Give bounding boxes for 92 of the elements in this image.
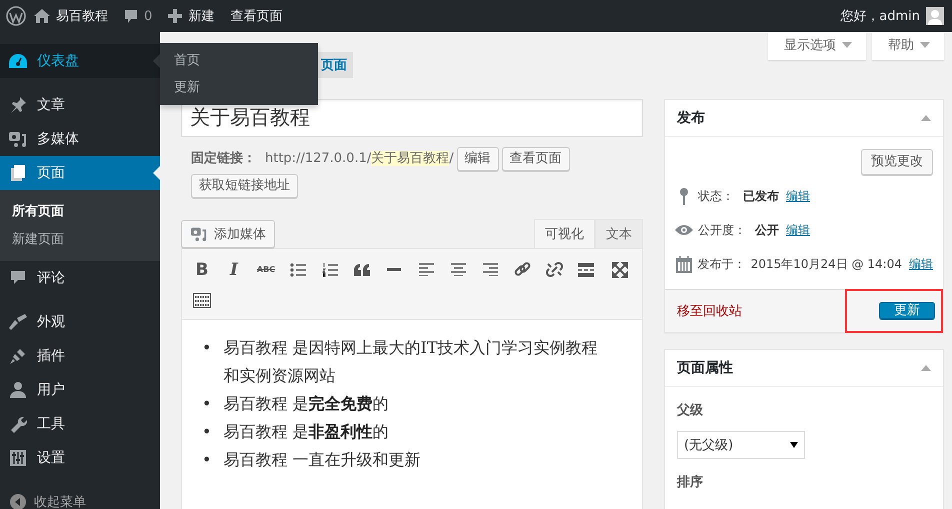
title-field[interactable]: 关于易百教程 <box>181 99 643 137</box>
submenu-item[interactable]: 新建页面 <box>0 225 160 253</box>
editor-tab[interactable]: 文本 <box>595 219 643 248</box>
menu-item[interactable]: 文章 <box>0 88 160 122</box>
editor-tab[interactable]: 可视化 <box>534 219 595 248</box>
media-icon <box>8 130 28 148</box>
flyout-menu-item[interactable]: 更新 <box>160 74 318 101</box>
link-icon <box>514 261 530 278</box>
account-link[interactable]: 您好，admin <box>832 0 952 32</box>
list-item-text: 易百教程 一直在升级和更新 <box>223 449 421 471</box>
permalink-url[interactable]: http://127.0.0.1/关于易百教程/ <box>265 147 454 171</box>
plus-icon <box>168 9 182 23</box>
bold-button[interactable]: B <box>186 254 218 285</box>
update-button[interactable]: 更新 <box>879 302 935 319</box>
logo-icon[interactable] <box>6 6 26 26</box>
collapse-menu-button[interactable]: 收起菜单 <box>0 485 160 509</box>
menu-item[interactable]: 用户 <box>0 373 160 407</box>
user-icon <box>9 381 27 399</box>
menu-item[interactable]: 插件 <box>0 339 160 373</box>
brush-icon <box>8 313 28 331</box>
menu-item[interactable]: 设置 <box>0 441 160 475</box>
edit-link[interactable]: 编辑 <box>786 222 810 238</box>
screen-options-tab[interactable]: 显示选项 <box>768 32 866 60</box>
view-page-link[interactable]: 查看页面 <box>222 0 290 32</box>
list-item-text: 易百教程 是非盈利性的 <box>223 421 389 443</box>
gauge-icon <box>8 53 28 69</box>
unlink-icon <box>546 261 562 278</box>
calendar-icon <box>676 256 692 272</box>
permalink-label: 固定链接： <box>191 150 256 168</box>
field-value: 2015年10月24日 @ 14:04 <box>750 256 902 272</box>
fullscreen-icon <box>612 262 628 278</box>
comments-link[interactable]: 0 <box>116 0 160 32</box>
menu-item[interactable]: 外观 <box>0 305 160 339</box>
bullet-list-icon <box>290 262 306 276</box>
pages-icon <box>9 164 27 182</box>
bullet: • <box>202 337 212 359</box>
menu-item[interactable]: 仪表盘 <box>0 44 160 78</box>
submenu-item[interactable]: 所有页面 <box>0 197 160 225</box>
permalink-button[interactable]: 查看页面 <box>502 147 570 171</box>
field-label: 公开度： <box>698 222 746 238</box>
trash-link[interactable]: 移至回收站 <box>677 302 742 320</box>
permalink-button[interactable]: 获取短链接地址 <box>191 174 298 198</box>
edit-link[interactable]: 编辑 <box>786 188 810 204</box>
parent-label: 父级 <box>676 402 704 419</box>
menu-item[interactable]: 工具 <box>0 407 160 441</box>
bullet: • <box>202 393 212 415</box>
strike-button[interactable]: ABC <box>250 254 282 285</box>
plug-icon <box>9 347 27 365</box>
align-center-icon <box>450 263 466 276</box>
list-item-text: 易百教程 是因特网上最大的IT技术入门学习实例教程和实例资源网站 <box>223 337 598 387</box>
keyboard-icon <box>193 293 211 308</box>
order-label: 排序 <box>676 474 704 492</box>
align-right-icon <box>482 263 498 276</box>
add-media-button[interactable]: 添加媒体 <box>181 220 275 248</box>
site-name-link[interactable]: 易百教程 <box>26 0 116 32</box>
menu-item[interactable]: 页面 <box>0 156 160 190</box>
panel-title: 页面属性 <box>677 359 733 377</box>
parent-select[interactable]: (无父级) <box>677 431 805 459</box>
edit-link[interactable]: 编辑 <box>909 256 933 272</box>
speech-bubble-icon <box>9 269 27 287</box>
field-label: 发布于： <box>698 256 746 272</box>
flyout-menu-item[interactable]: 首页 <box>160 47 318 74</box>
menu-item[interactable]: 多媒体 <box>0 122 160 156</box>
editor-content[interactable]: • 易百教程 是因特网上最大的IT技术入门学习实例教程和实例资源网站 • 易百教程 是完全免费的 • 易百教程 是非盈利性的 • 易百教程 一直在升级和更新 <box>181 320 643 509</box>
panel-title: 发布 <box>677 109 705 127</box>
current-pointer-icon <box>153 166 160 180</box>
menu-item[interactable]: 评论 <box>0 261 160 295</box>
new-link[interactable]: 新建 <box>160 0 222 32</box>
numbered-list-icon <box>322 262 338 276</box>
speech-bubble-icon <box>124 8 138 24</box>
pushpin-icon <box>9 96 27 114</box>
preview-button[interactable]: 预览更改 <box>861 149 933 175</box>
media-icon <box>190 226 208 242</box>
wrench-icon <box>9 415 27 433</box>
field-value: 公开 <box>755 222 779 238</box>
field-label: 状态： <box>698 188 734 204</box>
read-more-icon <box>578 262 594 276</box>
quote-icon <box>354 264 370 276</box>
home-icon <box>34 9 50 23</box>
italic-button[interactable]: I <box>218 254 250 285</box>
sliders-icon <box>9 449 27 467</box>
add-new-button[interactable]: 页面 <box>318 52 353 78</box>
list-item-text: 易百教程 是完全免费的 <box>223 393 389 415</box>
bullet: • <box>202 421 212 443</box>
bullet: • <box>202 449 212 471</box>
permalink-button[interactable]: 编辑 <box>456 147 499 171</box>
align-left-icon <box>418 263 434 276</box>
avatar-icon <box>926 7 944 25</box>
field-value: 已发布 <box>743 188 779 204</box>
pin-icon <box>679 187 689 205</box>
eye-icon <box>675 224 693 236</box>
screen-options-tab[interactable]: 帮助 <box>872 32 944 60</box>
